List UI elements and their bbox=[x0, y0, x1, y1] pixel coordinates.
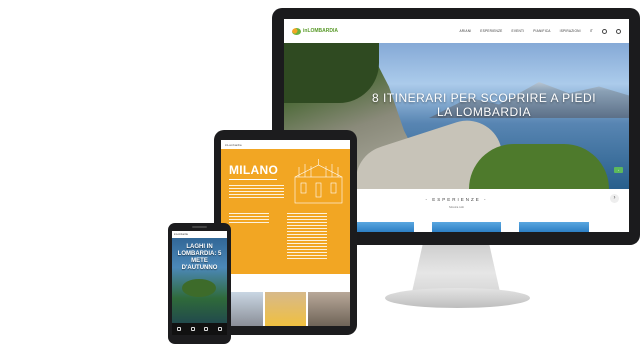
user-icon[interactable] bbox=[602, 28, 607, 34]
tablet-photo-gallery bbox=[221, 292, 350, 326]
experience-cards bbox=[344, 222, 590, 232]
phone-hero-title: LAGHI IN LOMBARDIA: 5 METE D'AUTUNNO bbox=[177, 244, 222, 271]
logo-text: inLOMBARDIA bbox=[303, 28, 338, 34]
description-text-left bbox=[229, 213, 269, 225]
nav-item-ariani[interactable]: ARIANI bbox=[459, 29, 471, 33]
chevron-right-icon[interactable]: › bbox=[610, 194, 619, 203]
nav-item-pianifica[interactable]: PIANIFICA bbox=[533, 29, 550, 33]
nav-item-esperienze[interactable]: ESPERIENZE bbox=[480, 29, 502, 33]
tablet-device: inLombardia MILANO bbox=[214, 130, 357, 335]
phone-screen: inLombardia LAGHI IN LOMBARDIA: 5 METE D… bbox=[172, 231, 227, 335]
calendar-icon[interactable] bbox=[204, 327, 209, 331]
duomo-illustration-icon bbox=[294, 159, 343, 204]
phone-header: inLombardia bbox=[172, 231, 227, 238]
nav-item-eventi[interactable]: EVENTI bbox=[512, 29, 525, 33]
monitor-stand-base bbox=[385, 288, 530, 308]
experience-card[interactable] bbox=[519, 222, 590, 232]
intro-text-block bbox=[229, 185, 284, 199]
monitor-stand-neck bbox=[412, 245, 500, 292]
tablet-city-panel: MILANO bbox=[221, 149, 350, 274]
experience-card[interactable] bbox=[431, 222, 502, 232]
phone-speaker bbox=[192, 226, 207, 228]
logo-mark-icon bbox=[292, 27, 301, 35]
phone-tab-bar bbox=[172, 323, 227, 335]
city-title: MILANO bbox=[229, 163, 279, 177]
tablet-screen: inLombardia MILANO bbox=[221, 140, 350, 326]
phone-device: inLombardia LAGHI IN LOMBARDIA: 5 METE D… bbox=[168, 223, 231, 344]
menu-icon[interactable] bbox=[218, 327, 223, 331]
search-icon[interactable] bbox=[616, 28, 621, 34]
phone-hero-island bbox=[182, 279, 216, 297]
hero-greenery bbox=[469, 144, 609, 189]
tablet-gallery-section bbox=[221, 274, 350, 326]
description-text-right bbox=[287, 213, 327, 261]
map-icon[interactable] bbox=[190, 327, 195, 331]
language-selector[interactable]: IT bbox=[590, 29, 593, 33]
hero-cta-button[interactable]: › bbox=[614, 167, 623, 173]
site-header: inLOMBARDIA ARIANI ESPERIENZE EVENTI PIA… bbox=[284, 19, 629, 43]
responsive-devices-mockup: inLOMBARDIA ARIANI ESPERIENZE EVENTI PIA… bbox=[0, 0, 641, 346]
home-icon[interactable] bbox=[176, 327, 181, 331]
tablet-header: inLombardia bbox=[221, 140, 350, 149]
gallery-photo-street[interactable] bbox=[308, 292, 350, 326]
title-underline bbox=[229, 179, 277, 180]
hero-title: 8 ITINERARI PER SCOPRIRE A PIEDI LA LOMB… bbox=[371, 91, 597, 119]
nav-item-ispirazioni[interactable]: ISPIRAZIONI bbox=[560, 29, 581, 33]
site-logo[interactable]: inLOMBARDIA bbox=[292, 27, 338, 35]
gallery-photo-food[interactable] bbox=[264, 292, 307, 326]
main-nav: ARIANI ESPERIENZE EVENTI PIANIFICA ISPIR… bbox=[459, 28, 621, 34]
